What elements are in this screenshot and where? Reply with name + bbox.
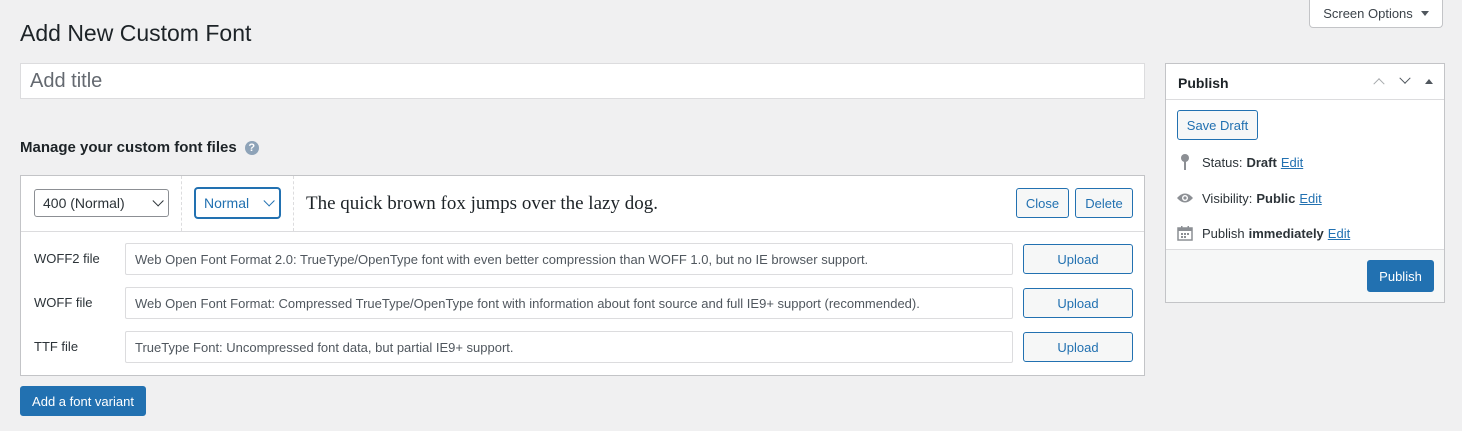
font-variant-panel: 400 (Normal) Normal The quick brown fox … <box>20 175 1145 376</box>
delete-variant-button[interactable]: Delete <box>1075 188 1133 218</box>
move-down-icon[interactable] <box>1397 72 1413 89</box>
status-value: Draft <box>1246 154 1277 170</box>
eye-icon <box>1176 189 1194 207</box>
publish-panel-title: Publish <box>1178 75 1229 91</box>
upload-woff2-button[interactable]: Upload <box>1023 244 1133 274</box>
publish-actions: Publish <box>1166 249 1444 302</box>
publish-panel-header: Publish <box>1166 64 1444 100</box>
ttf-file-row: TTF file TrueType Font: Uncompressed fon… <box>21 331 1144 363</box>
font-files-heading: Manage your custom font files ? <box>20 139 259 156</box>
visibility-label: Visibility: <box>1202 190 1253 206</box>
title-input[interactable] <box>20 63 1145 99</box>
publish-button[interactable]: Publish <box>1367 260 1434 292</box>
edit-visibility-link[interactable]: Edit <box>1299 191 1321 206</box>
status-row: Status: Draft Edit <box>1176 153 1303 171</box>
help-icon[interactable]: ? <box>244 140 259 155</box>
visibility-value: Public <box>1256 190 1296 206</box>
publish-panel: Publish Save Draft Status: Draft Edit Vi… <box>1165 63 1445 303</box>
woff-file-row: WOFF file Web Open Font Format: Compress… <box>21 287 1144 319</box>
file-type-label: WOFF file <box>34 295 93 310</box>
edit-schedule-link[interactable]: Edit <box>1328 226 1350 241</box>
schedule-label: Publish <box>1202 225 1245 241</box>
font-weight-select[interactable]: 400 (Normal) <box>34 189 169 217</box>
font-style-select[interactable]: Normal <box>195 188 280 218</box>
close-variant-button[interactable]: Close <box>1016 188 1069 218</box>
ttf-file-field[interactable]: TrueType Font: Uncompressed font data, b… <box>125 331 1013 363</box>
divider <box>181 176 182 231</box>
toggle-panel-icon[interactable] <box>1421 73 1437 89</box>
screen-options-label: Screen Options <box>1323 6 1413 21</box>
caret-down-icon <box>1420 11 1429 16</box>
schedule-row: Publish immediately Edit <box>1176 224 1350 242</box>
woff2-file-row: WOFF2 file Web Open Font Format 2.0: Tru… <box>21 243 1144 275</box>
file-type-label: WOFF2 file <box>34 251 100 266</box>
upload-ttf-button[interactable]: Upload <box>1023 332 1133 362</box>
add-font-variant-button[interactable]: Add a font variant <box>20 386 146 416</box>
font-style-value: Normal <box>204 195 250 211</box>
move-up-icon[interactable] <box>1371 73 1387 90</box>
calendar-icon <box>1176 224 1194 242</box>
status-label: Status: <box>1202 154 1243 170</box>
page-title: Add New Custom Font <box>20 20 252 46</box>
schedule-value: immediately <box>1248 225 1324 241</box>
woff2-file-field[interactable]: Web Open Font Format 2.0: TrueType/OpenT… <box>125 243 1013 275</box>
font-weight-value: 400 (Normal) <box>43 195 125 211</box>
divider <box>293 176 294 231</box>
chevron-down-icon <box>152 195 164 207</box>
edit-status-link[interactable]: Edit <box>1281 155 1303 170</box>
pin-icon <box>1176 153 1194 171</box>
font-files-heading-text: Manage your custom font files <box>20 139 237 156</box>
woff-file-field[interactable]: Web Open Font Format: Compressed TrueTyp… <box>125 287 1013 319</box>
chevron-down-icon <box>263 195 275 207</box>
save-draft-button[interactable]: Save Draft <box>1177 110 1258 140</box>
font-variant-header: 400 (Normal) Normal The quick brown fox … <box>21 176 1144 232</box>
font-preview-text: The quick brown fox jumps over the lazy … <box>306 193 658 214</box>
file-type-label: TTF file <box>34 339 79 354</box>
visibility-row: Visibility: Public Edit <box>1176 189 1322 207</box>
screen-options-button[interactable]: Screen Options <box>1309 0 1443 28</box>
upload-woff-button[interactable]: Upload <box>1023 288 1133 318</box>
